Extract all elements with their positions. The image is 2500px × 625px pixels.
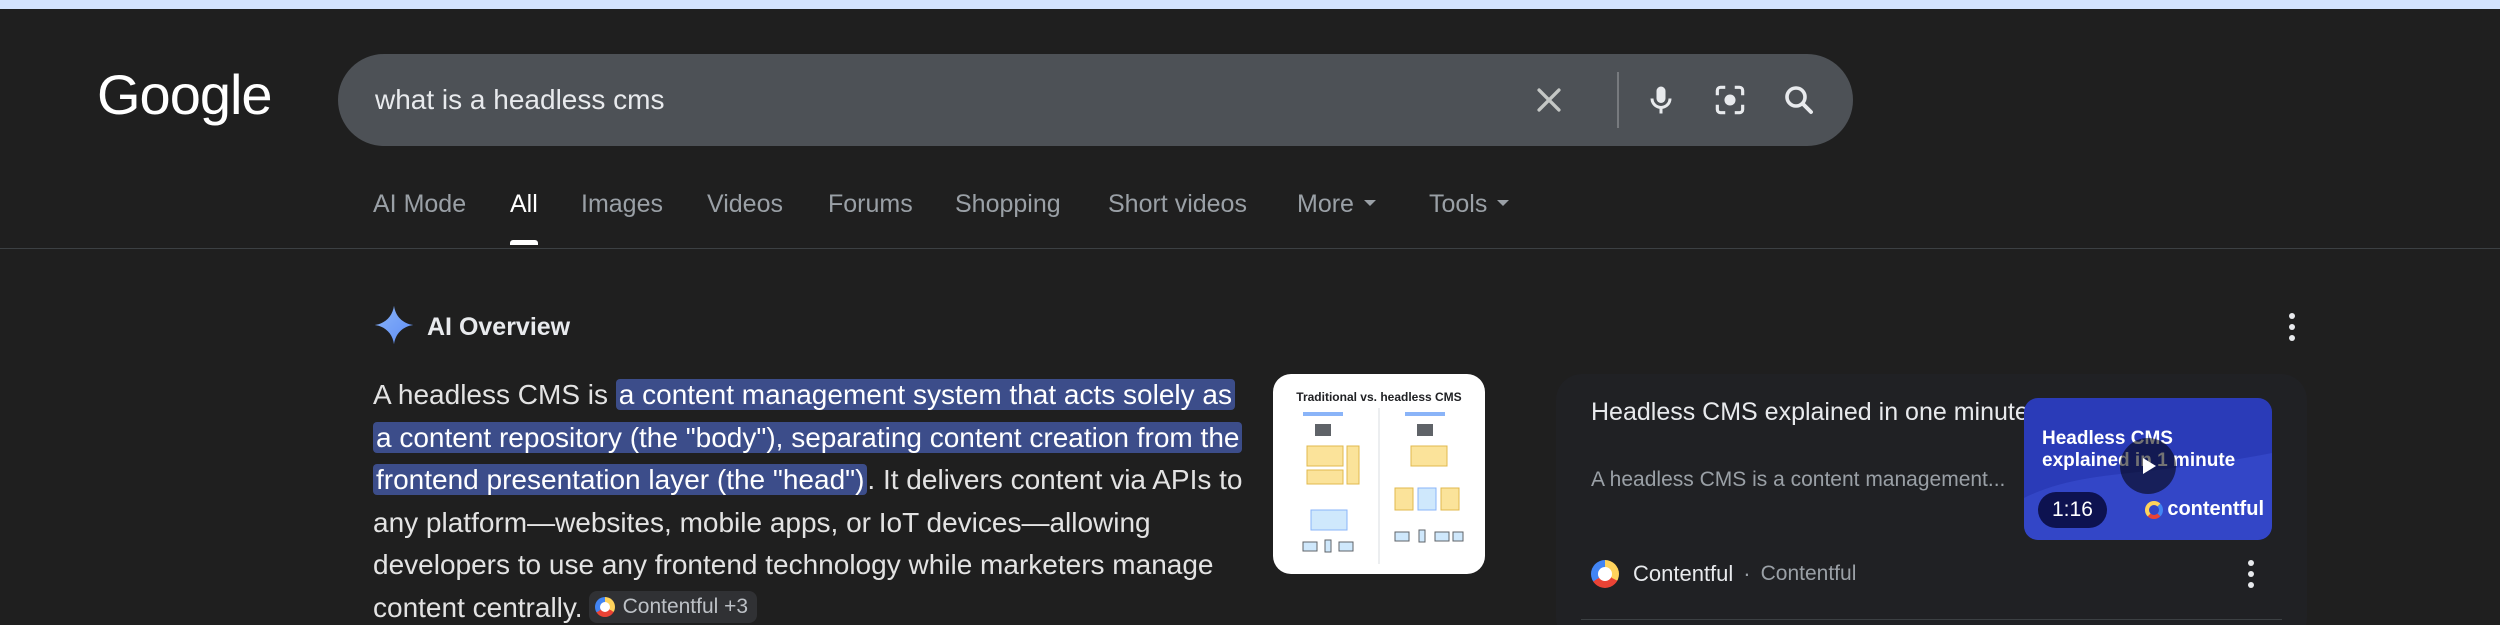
search-input[interactable]: what is a headless cms	[375, 54, 664, 146]
video-title[interactable]: Headless CMS explained in one minute	[1591, 394, 2031, 430]
search-icon[interactable]	[1775, 76, 1823, 124]
search-divider	[1617, 72, 1619, 128]
chevron-down-icon	[1497, 200, 1510, 207]
source-chip[interactable]: Contentful +3	[588, 591, 758, 624]
tab-ai-mode[interactable]: AI Mode	[373, 190, 466, 250]
camera-icon[interactable]	[1706, 76, 1754, 124]
tab-forums[interactable]: Forums	[828, 190, 913, 250]
video-result-card[interactable]: Headless CMS explained in one minute A h…	[1556, 374, 2307, 625]
video-duration: 1:16	[2038, 492, 2107, 528]
tab-more[interactable]: More	[1297, 190, 1376, 250]
contentful-brand: contentful	[2145, 498, 2264, 521]
video-thumbnail[interactable]: Headless CMS explained in 1 minute 1:16 …	[2024, 398, 2272, 540]
google-logo[interactable]: Google	[97, 62, 273, 127]
ai-overview-title: AI Overview	[427, 312, 571, 341]
overview-diagram-thumbnail[interactable]: Traditional vs. headless CMS	[1273, 374, 1485, 574]
video-snippet: A headless CMS is a content management..…	[1591, 468, 2006, 491]
search-bar[interactable]: what is a headless cms	[338, 54, 1853, 146]
contentful-favicon-icon	[1591, 560, 1619, 588]
card-divider	[1581, 619, 2282, 620]
tab-all[interactable]: All	[510, 190, 538, 250]
video-more-options-icon[interactable]	[2239, 552, 2263, 596]
ai-overview-text: A headless CMS is a content management s…	[373, 379, 1243, 624]
active-tab-indicator	[510, 240, 538, 245]
chevron-down-icon	[1363, 200, 1376, 207]
contentful-logo-icon	[594, 597, 615, 618]
contentful-logo-icon	[2145, 500, 2164, 519]
tabs-divider	[0, 248, 2500, 249]
diagram-illustration	[1302, 408, 1464, 564]
browser-top-strip	[0, 0, 2500, 9]
tab-tools[interactable]: Tools	[1429, 190, 1510, 250]
mic-icon[interactable]	[1637, 76, 1685, 124]
sparkle-icon	[373, 304, 415, 351]
video-source[interactable]: Contentful · Contentful	[1591, 558, 1856, 590]
tab-shopping[interactable]: Shopping	[955, 190, 1061, 250]
tab-images[interactable]: Images	[581, 190, 663, 250]
tab-short-videos[interactable]: Short videos	[1108, 190, 1247, 250]
tab-videos[interactable]: Videos	[707, 190, 783, 250]
ai-overview-header: AI Overview	[373, 305, 570, 349]
more-options-icon[interactable]	[2280, 305, 2304, 349]
close-icon[interactable]	[1525, 76, 1573, 124]
play-icon[interactable]	[2120, 438, 2176, 494]
